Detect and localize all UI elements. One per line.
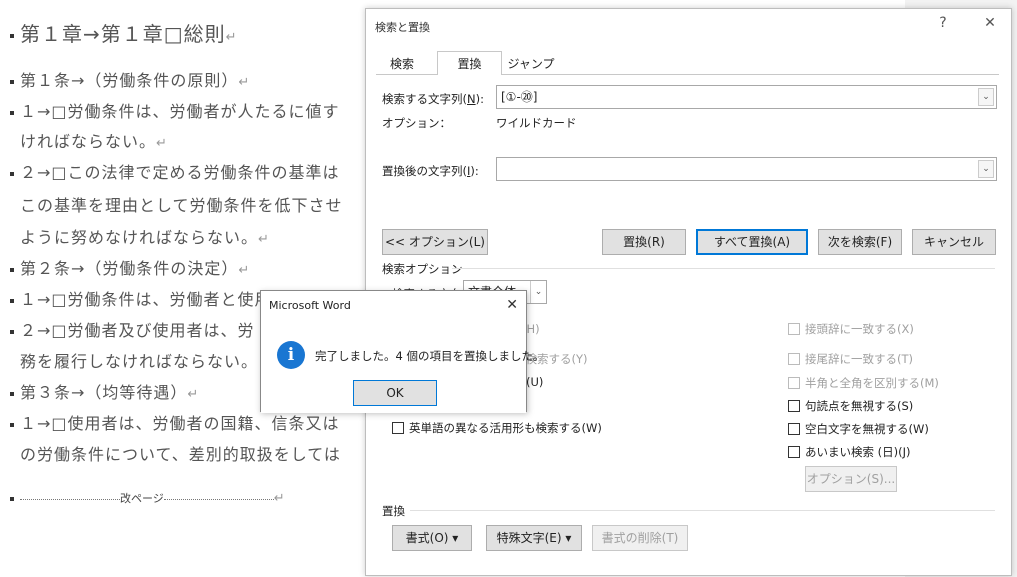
clear-format-button[interactable]: 書式の削除(T) (592, 525, 688, 551)
bullet-icon (10, 33, 14, 38)
ok-button[interactable]: OK (353, 380, 437, 406)
close-icon[interactable]: ✕ (980, 15, 1000, 31)
replace-button[interactable]: 置換(R) (602, 229, 686, 255)
doc-line: 務を履行しなければならない。 (20, 352, 259, 371)
bullet-icon (10, 329, 14, 334)
checkbox-icon (788, 423, 800, 435)
doc-line: ２→□労働者及び使用者は、労 (10, 317, 255, 341)
checkbox-icon (788, 400, 800, 412)
help-icon[interactable]: ? (933, 15, 953, 31)
bullet-icon (10, 267, 14, 272)
cancel-button[interactable]: キャンセル (912, 229, 996, 255)
chevron-down-icon[interactable]: ⌄ (530, 281, 546, 303)
bullet-icon (10, 391, 14, 396)
doc-line: １→□使用者は、労働者の国籍、信条又は (10, 410, 340, 434)
match-suffix-checkbox[interactable]: 接尾辞に一致する(T) (788, 351, 913, 367)
bullet-icon (10, 110, 14, 115)
search-options-header: 検索オプション (382, 262, 463, 276)
section-divider (452, 268, 995, 269)
close-icon[interactable]: ✕ (506, 297, 518, 313)
checkbox-icon (788, 377, 800, 389)
sounds-like-checkbox[interactable]: (U) (526, 375, 543, 389)
message-box-title: Microsoft Word (261, 291, 526, 321)
options-label: オプション： (382, 116, 451, 130)
bullet-icon (10, 171, 14, 176)
bullet-icon (10, 298, 14, 303)
ignore-punct-checkbox[interactable]: 句読点を無視する(S) (788, 398, 913, 414)
doc-line: 第２条→（労働条件の決定）↵ (10, 255, 250, 279)
bullet-icon (10, 422, 14, 427)
chapter-heading: 第１章→第１章□総則↵ (10, 18, 238, 47)
checkbox-icon (392, 422, 404, 434)
fuzzy-options-button[interactable]: オプション(S)... (805, 466, 897, 492)
match-width-checkbox[interactable]: 半角と全角を区別する(M) (788, 375, 939, 391)
ignore-space-checkbox[interactable]: 空白文字を無視する(W) (788, 421, 929, 437)
less-options-button[interactable]: << オプション(L) (382, 229, 488, 255)
checkbox-icon (788, 323, 800, 335)
dialog-title: 検索と置換 (375, 21, 430, 34)
replace-label: 置換後の文字列(I): (382, 164, 479, 178)
match-prefix-checkbox[interactable]: 接頭辞に一致する(X) (788, 321, 914, 337)
message-box: Microsoft Word ✕ i 完了しました。4 個の項目を置換しました。… (260, 290, 544, 413)
chevron-down-icon[interactable]: ⌄ (978, 88, 994, 106)
bullet-icon (10, 79, 14, 84)
chevron-down-icon[interactable]: ⌄ (978, 160, 994, 178)
doc-line: １→□労働条件は、労働者が人たるに値す (10, 98, 340, 122)
doc-line: この基準を理由として労働条件を低下させ (20, 196, 343, 215)
replace-section-header: 置換 (382, 504, 405, 518)
replace-all-button[interactable]: すべて置換(A) (696, 229, 808, 255)
replace-input[interactable]: ⌄ (496, 157, 997, 181)
format-button[interactable]: 書式(O) ▾ (392, 525, 472, 551)
options-value: ワイルドカード (496, 116, 577, 130)
doc-line: の労働条件について、差別的取扱をしては (20, 445, 341, 464)
message-text: 完了しました。4 個の項目を置換しました。 (315, 349, 545, 363)
doc-line: 第１条→（労働条件の原則）↵ (10, 67, 250, 91)
checkbox-icon (788, 446, 800, 458)
doc-line: ように努めなければならない。↵ (20, 228, 270, 247)
bullet-icon (10, 497, 14, 501)
tab-find[interactable]: 検索 (376, 51, 428, 75)
fuzzy-search-checkbox[interactable]: あいまい検索 (日)(J) (788, 444, 911, 460)
doc-line: 第３条→（均等待遇）↵ (10, 379, 199, 403)
word-forms-checkbox[interactable]: 英単語の異なる活用形も検索する(W) (392, 420, 602, 436)
find-input[interactable]: [①-⑳] ⌄ (496, 85, 997, 109)
tab-replace[interactable]: 置換 (437, 51, 502, 75)
doc-line: ければならない。↵ (20, 132, 168, 151)
special-button[interactable]: 特殊文字(E) ▾ (486, 525, 582, 551)
section-divider (410, 510, 995, 511)
page-break-marker: 改ページ ↵ (10, 490, 285, 506)
doc-line: ２→□この法律で定める労働条件の基準は (10, 159, 340, 183)
tab-goto[interactable]: ジャンプ (502, 51, 560, 75)
find-next-button[interactable]: 次を検索(F) (818, 229, 902, 255)
return-mark-icon: ↵ (225, 30, 238, 45)
find-label: 検索する文字列(N): (382, 92, 484, 106)
checkbox-icon (788, 353, 800, 365)
info-icon: i (277, 341, 305, 369)
